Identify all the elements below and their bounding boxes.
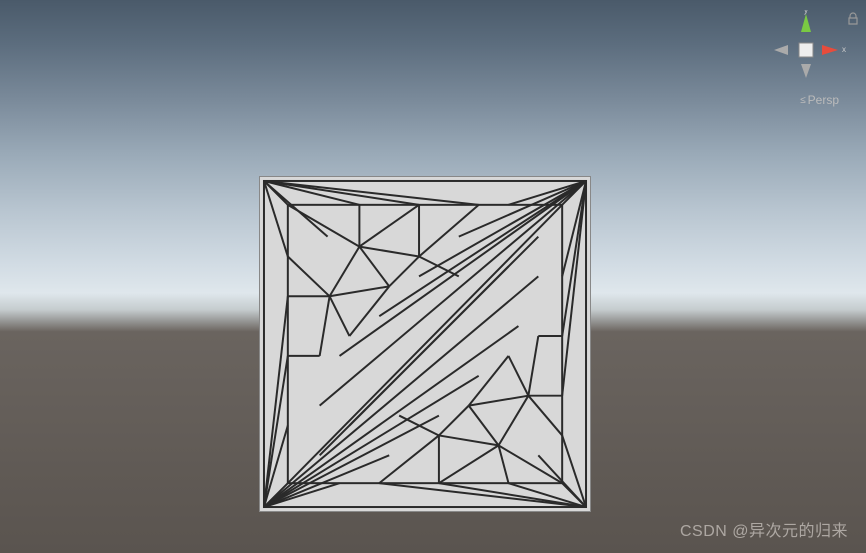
- scene-orientation-gizmo[interactable]: y x: [766, 10, 846, 100]
- persp-icon: ≤: [800, 95, 806, 106]
- wireframe-overlay: [260, 177, 590, 511]
- gizmo-lock-toggle[interactable]: [846, 12, 860, 26]
- gizmo-y-axis-icon: [801, 14, 811, 32]
- gizmo-axis-back: [774, 45, 788, 55]
- gizmo-z-axis-icon: [801, 64, 811, 78]
- lock-icon: [849, 13, 857, 24]
- mesh-plane-object[interactable]: [259, 176, 591, 512]
- camera-mode-label: Persp: [808, 93, 839, 107]
- scene-view[interactable]: y x ≤ Persp CSDN @异次元的归来: [0, 0, 866, 553]
- watermark-text: CSDN @异次元的归来: [680, 517, 848, 541]
- gizmo-center-cube: [799, 43, 813, 57]
- camera-projection-toggle[interactable]: ≤ Persp: [800, 93, 839, 107]
- gizmo-x-axis-icon: [822, 45, 838, 55]
- gizmo-x-label: x: [842, 45, 846, 54]
- gizmo-y-label: y: [804, 10, 808, 15]
